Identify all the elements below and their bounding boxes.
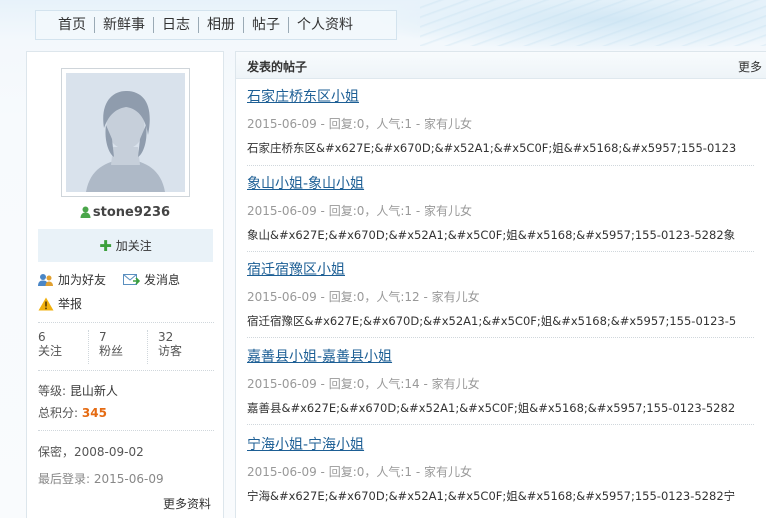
stat-following[interactable]: 6 关注 bbox=[38, 330, 92, 364]
post-excerpt: 石家庄桥东区&#x627E;&#x670D;&#x52A1;&#x5C0F;姐&… bbox=[247, 141, 737, 155]
add-friend-label: 加为好友 bbox=[58, 273, 107, 287]
post-meta: 2015-06-09 - 回复:0，人气:1 - 家有儿女 bbox=[247, 465, 473, 479]
post-title-link[interactable]: 宿迁宿豫区小姐 bbox=[247, 261, 766, 279]
post-divider bbox=[247, 337, 754, 338]
post-meta: 2015-06-09 - 回复:0，人气:12 - 家有儿女 bbox=[247, 290, 480, 304]
post-item: 象山小姐-象山小姐 2015-06-09 - 回复:0，人气:1 - 家有儿女 … bbox=[247, 175, 766, 242]
posts-panel: 发表的帖子 更多 石家庄桥东区小姐 2015-06-09 - 回复:0，人气:1… bbox=[235, 51, 766, 518]
profile-stats: 6 关注 7 粉丝 32 访客 bbox=[38, 330, 214, 364]
nav-item-profile[interactable]: 个人资料 bbox=[289, 17, 361, 33]
level-row: 等级: 昆山新人 bbox=[38, 382, 118, 399]
stat-followers-label: 粉丝 bbox=[99, 344, 124, 358]
stat-followers-value: 7 bbox=[99, 330, 107, 344]
report-label: 举报 bbox=[58, 297, 83, 311]
post-meta: 2015-06-09 - 回复:0，人气:1 - 家有儿女 bbox=[247, 117, 473, 131]
more-posts-link[interactable]: 更多 bbox=[738, 58, 762, 75]
birthday: 保密，2008-09-02 bbox=[38, 445, 144, 459]
nav-item-posts[interactable]: 帖子 bbox=[244, 17, 288, 33]
post-item: 嘉善县小姐-嘉善县小姐 2015-06-09 - 回复:0，人气:14 - 家有… bbox=[247, 348, 766, 415]
profile-sidebar: stone9236 ✚ 加关注 加为好友 发消息 举报 6 关注 7 粉丝 32… bbox=[26, 51, 224, 518]
message-icon bbox=[123, 273, 140, 285]
username[interactable]: stone9236 bbox=[93, 205, 170, 220]
send-message-button[interactable]: 发消息 bbox=[123, 271, 180, 288]
plus-icon: ✚ bbox=[99, 236, 112, 255]
points-value: 345 bbox=[81, 406, 107, 420]
follow-button[interactable]: ✚ 加关注 bbox=[38, 229, 213, 262]
avatar[interactable] bbox=[61, 68, 190, 197]
post-item: 宿迁宿豫区小姐 2015-06-09 - 回复:0，人气:12 - 家有儿女 宿… bbox=[247, 261, 766, 328]
post-divider bbox=[247, 424, 754, 425]
last-login-label: 最后登录: bbox=[38, 472, 91, 486]
post-item: 宁海小姐-宁海小姐 2015-06-09 - 回复:0，人气:1 - 家有儿女 … bbox=[247, 436, 766, 503]
post-divider bbox=[247, 165, 754, 166]
nav-item-home[interactable]: 首页 bbox=[50, 17, 94, 33]
post-title-link[interactable]: 象山小姐-象山小姐 bbox=[247, 175, 766, 193]
post-meta: 2015-06-09 - 回复:0，人气:1 - 家有儿女 bbox=[247, 204, 473, 218]
divider bbox=[38, 430, 214, 431]
level-value: 昆山新人 bbox=[69, 384, 118, 398]
username-row: stone9236 bbox=[27, 205, 223, 220]
warning-icon bbox=[38, 297, 54, 310]
add-friend-button[interactable]: 加为好友 bbox=[38, 271, 106, 288]
last-login-row: 最后登录: 2015-06-09 bbox=[38, 470, 164, 487]
add-friend-icon bbox=[38, 273, 53, 286]
send-message-label: 发消息 bbox=[144, 273, 181, 287]
points-label: 总积分: bbox=[38, 406, 79, 420]
post-meta: 2015-06-09 - 回复:0，人气:14 - 家有儿女 bbox=[247, 377, 480, 391]
nav-item-blog[interactable]: 日志 bbox=[154, 17, 198, 33]
follow-button-label: 加关注 bbox=[115, 239, 152, 253]
nav-item-news[interactable]: 新鲜事 bbox=[95, 17, 153, 33]
post-title-link[interactable]: 嘉善县小姐-嘉善县小姐 bbox=[247, 348, 766, 366]
user-green-icon bbox=[80, 206, 91, 218]
post-title-link[interactable]: 宁海小姐-宁海小姐 bbox=[247, 436, 766, 454]
panel-header: 发表的帖子 更多 bbox=[236, 52, 766, 79]
points-row: 总积分: 345 bbox=[38, 404, 107, 421]
report-button[interactable]: 举报 bbox=[38, 295, 82, 312]
default-avatar-icon bbox=[66, 73, 185, 192]
post-divider bbox=[247, 251, 754, 252]
post-title-link[interactable]: 石家庄桥东区小姐 bbox=[247, 88, 766, 106]
level-label: 等级: bbox=[38, 384, 67, 398]
post-excerpt: 嘉善县&#x627E;&#x670D;&#x52A1;&#x5C0F;姐&#x5… bbox=[247, 401, 736, 415]
divider bbox=[38, 370, 214, 371]
post-excerpt: 宿迁宿豫区&#x627E;&#x670D;&#x52A1;&#x5C0F;姐&#… bbox=[247, 314, 737, 328]
divider bbox=[38, 322, 214, 323]
stat-following-label: 关注 bbox=[38, 344, 63, 358]
post-excerpt: 宁海&#x627E;&#x670D;&#x52A1;&#x5C0F;姐&#x51… bbox=[247, 489, 736, 503]
stat-followers[interactable]: 7 粉丝 bbox=[88, 330, 146, 364]
header-background-pattern bbox=[420, 0, 766, 46]
post-item: 石家庄桥东区小姐 2015-06-09 - 回复:0，人气:1 - 家有儿女 石… bbox=[247, 88, 766, 155]
stat-following-value: 6 bbox=[38, 330, 46, 344]
stat-visitors-label: 访客 bbox=[158, 344, 183, 358]
last-login-value: 2015-06-09 bbox=[93, 472, 164, 486]
post-excerpt: 象山&#x627E;&#x670D;&#x52A1;&#x5C0F;姐&#x51… bbox=[247, 228, 736, 242]
stat-visitors[interactable]: 32 访客 bbox=[147, 330, 209, 364]
stat-visitors-value: 32 bbox=[158, 330, 174, 344]
top-nav: 首页 新鲜事 日志 相册 帖子 个人资料 bbox=[35, 10, 397, 40]
panel-title: 发表的帖子 bbox=[247, 60, 308, 74]
more-profile-link[interactable]: 更多资料 bbox=[163, 495, 211, 512]
nav-item-album[interactable]: 相册 bbox=[199, 17, 243, 33]
